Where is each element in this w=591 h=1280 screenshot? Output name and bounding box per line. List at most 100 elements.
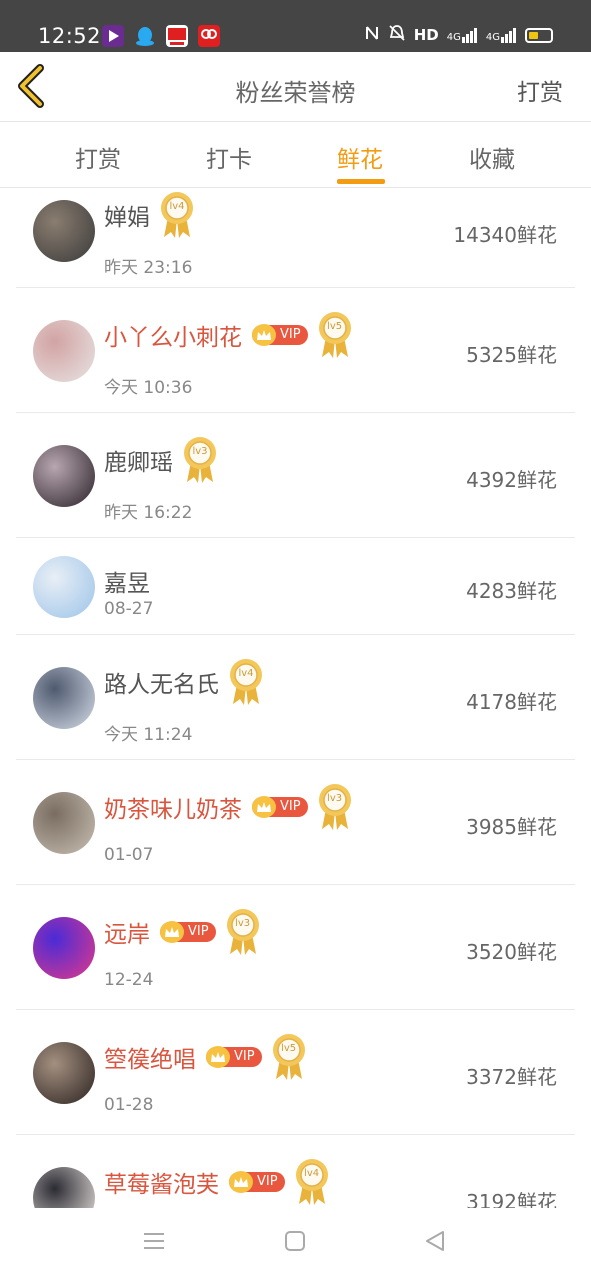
fan-name: 嘉昱 <box>104 570 150 597</box>
level-label: lv3 <box>235 917 251 929</box>
fan-row[interactable]: 奶茶味儿奶茶 VIP lv3 01-07 3985鲜花 <box>16 760 575 885</box>
flower-amount: 4178鲜花 <box>466 689 557 714</box>
fan-name-line: 箜篌绝唱 VIP lv5 <box>104 1033 308 1081</box>
flower-amount: 4392鲜花 <box>466 467 557 492</box>
level-label: lv3 <box>327 792 343 804</box>
nfc-icon <box>364 24 380 46</box>
home-icon[interactable] <box>284 1230 306 1256</box>
avatar[interactable] <box>33 555 95 618</box>
signal-2-label: 4G <box>485 32 500 43</box>
crown-icon <box>206 1045 230 1068</box>
flower-amount: 5325鲜花 <box>466 342 557 367</box>
level-label: lv4 <box>304 1167 320 1179</box>
page-title: 粉丝荣誉榜 <box>235 79 356 107</box>
tab-flowers[interactable]: 鲜花 <box>337 140 383 174</box>
fan-row[interactable]: 草莓酱泡芙 VIP lv4 3192鲜花 <box>16 1135 575 1208</box>
avatar[interactable] <box>33 1041 95 1104</box>
level-medal-icon: lv4 <box>227 658 265 706</box>
vip-badge: VIP <box>252 323 308 346</box>
fan-time: 昨天 23:16 <box>104 258 193 278</box>
fan-name-line: 婵娟 lv4 <box>104 191 196 239</box>
vip-label: VIP <box>280 799 301 814</box>
level-medal-icon: lv5 <box>270 1033 308 1081</box>
back-triangle-icon[interactable] <box>424 1230 446 1256</box>
level-medal-icon: lv4 <box>158 191 196 239</box>
vip-label: VIP <box>257 1174 278 1189</box>
flower-amount: 3985鲜花 <box>466 814 557 839</box>
fan-row[interactable]: 路人无名氏 lv4 今天 11:24 4178鲜花 <box>16 635 575 760</box>
flower-amount: 3192鲜花 <box>466 1189 557 1209</box>
vip-badge: VIP <box>206 1045 262 1068</box>
fan-row[interactable]: 鹿卿瑶 lv3 昨天 16:22 4392鲜花 <box>16 413 575 538</box>
fan-name: 鹿卿瑶 <box>104 449 173 476</box>
signal-2-icon: 4G <box>486 27 517 43</box>
flower-amount: 14340鲜花 <box>453 223 557 247</box>
flower-amount: 4283鲜花 <box>466 578 557 603</box>
fan-time: 01-28 <box>104 1094 154 1115</box>
avatar[interactable] <box>33 444 95 507</box>
battery-icon <box>525 27 553 43</box>
crown-icon <box>252 795 276 818</box>
fan-name: 婵娟 <box>104 205 150 231</box>
level-label: lv5 <box>281 1042 297 1054</box>
fan-time: 08-27 <box>104 598 154 619</box>
fan-time: 12-24 <box>104 969 154 990</box>
crown-icon <box>252 323 276 346</box>
fan-name-line: 草莓酱泡芙 VIP lv4 <box>104 1158 331 1206</box>
avatar[interactable] <box>33 319 95 382</box>
crown-icon <box>229 1170 253 1193</box>
fan-time: 01-07 <box>104 844 154 865</box>
fan-time: 昨天 16:22 <box>104 502 193 523</box>
signal-1-icon: 4G <box>447 27 478 43</box>
avatar[interactable] <box>33 916 95 979</box>
level-medal-icon: lv3 <box>316 783 354 831</box>
avatar[interactable] <box>33 1166 95 1208</box>
fan-row[interactable]: 箜篌绝唱 VIP lv5 01-28 3372鲜花 <box>16 1010 575 1135</box>
vip-badge: VIP <box>229 1170 285 1193</box>
vip-badge: VIP <box>252 795 308 818</box>
fan-row[interactable]: 嘉昱 08-27 4283鲜花 <box>16 538 575 635</box>
fan-ranking-list: 婵娟 lv4 昨天 23:16 14340鲜花 小丫么小刺花 VIP lv5 今天 10:36… <box>0 188 591 1208</box>
avatar[interactable] <box>33 200 95 262</box>
reward-button[interactable]: 打赏 <box>517 73 563 107</box>
tab-checkin[interactable]: 打卡 <box>206 140 252 174</box>
fan-name: 奶茶味儿奶茶 <box>104 796 242 823</box>
video-app-icon <box>102 25 124 47</box>
flower-amount: 3520鲜花 <box>466 939 557 964</box>
fan-row[interactable]: 小丫么小刺花 VIP lv5 今天 10:36 5325鲜花 <box>16 288 575 413</box>
news-app-icon <box>198 25 220 47</box>
menu-icon[interactable] <box>143 1230 165 1256</box>
status-app-icons <box>102 25 220 47</box>
avatar[interactable] <box>33 666 95 729</box>
hd-label: HD <box>413 26 439 44</box>
fan-row[interactable]: 婵娟 lv4 昨天 23:16 14340鲜花 <box>16 188 575 288</box>
system-nav-bar <box>0 1208 591 1280</box>
tab-active-indicator <box>337 179 385 184</box>
fan-name: 路人无名氏 <box>104 671 219 698</box>
fan-name-line: 路人无名氏 lv4 <box>104 658 265 706</box>
level-medal-icon: lv3 <box>181 436 219 484</box>
crown-icon <box>160 920 184 943</box>
level-label: lv4 <box>169 201 185 212</box>
level-label: lv5 <box>327 320 343 332</box>
flower-amount: 3372鲜花 <box>466 1064 557 1089</box>
fan-name-line: 小丫么小刺花 VIP lv5 <box>104 311 354 359</box>
level-medal-icon: lv3 <box>224 908 262 956</box>
avatar[interactable] <box>33 791 95 854</box>
tab-favorites[interactable]: 收藏 <box>469 140 515 174</box>
tab-reward[interactable]: 打赏 <box>75 140 121 174</box>
fan-name: 远岸 <box>104 921 150 948</box>
fan-name: 箜篌绝唱 <box>104 1046 196 1073</box>
fan-name-line: 奶茶味儿奶茶 VIP lv3 <box>104 783 354 831</box>
vip-label: VIP <box>280 327 301 342</box>
level-medal-icon: lv5 <box>316 311 354 359</box>
fan-name: 小丫么小刺花 <box>104 324 242 351</box>
fan-name-line: 鹿卿瑶 lv3 <box>104 436 219 484</box>
tv-app-icon <box>166 25 188 47</box>
level-label: lv3 <box>192 445 208 457</box>
level-label: lv4 <box>238 667 254 679</box>
vip-label: VIP <box>188 924 209 939</box>
fan-name-line: 远岸 VIP lv3 <box>104 908 262 956</box>
fan-row[interactable]: 远岸 VIP lv3 12-24 3520鲜花 <box>16 885 575 1010</box>
vip-badge: VIP <box>160 920 216 943</box>
